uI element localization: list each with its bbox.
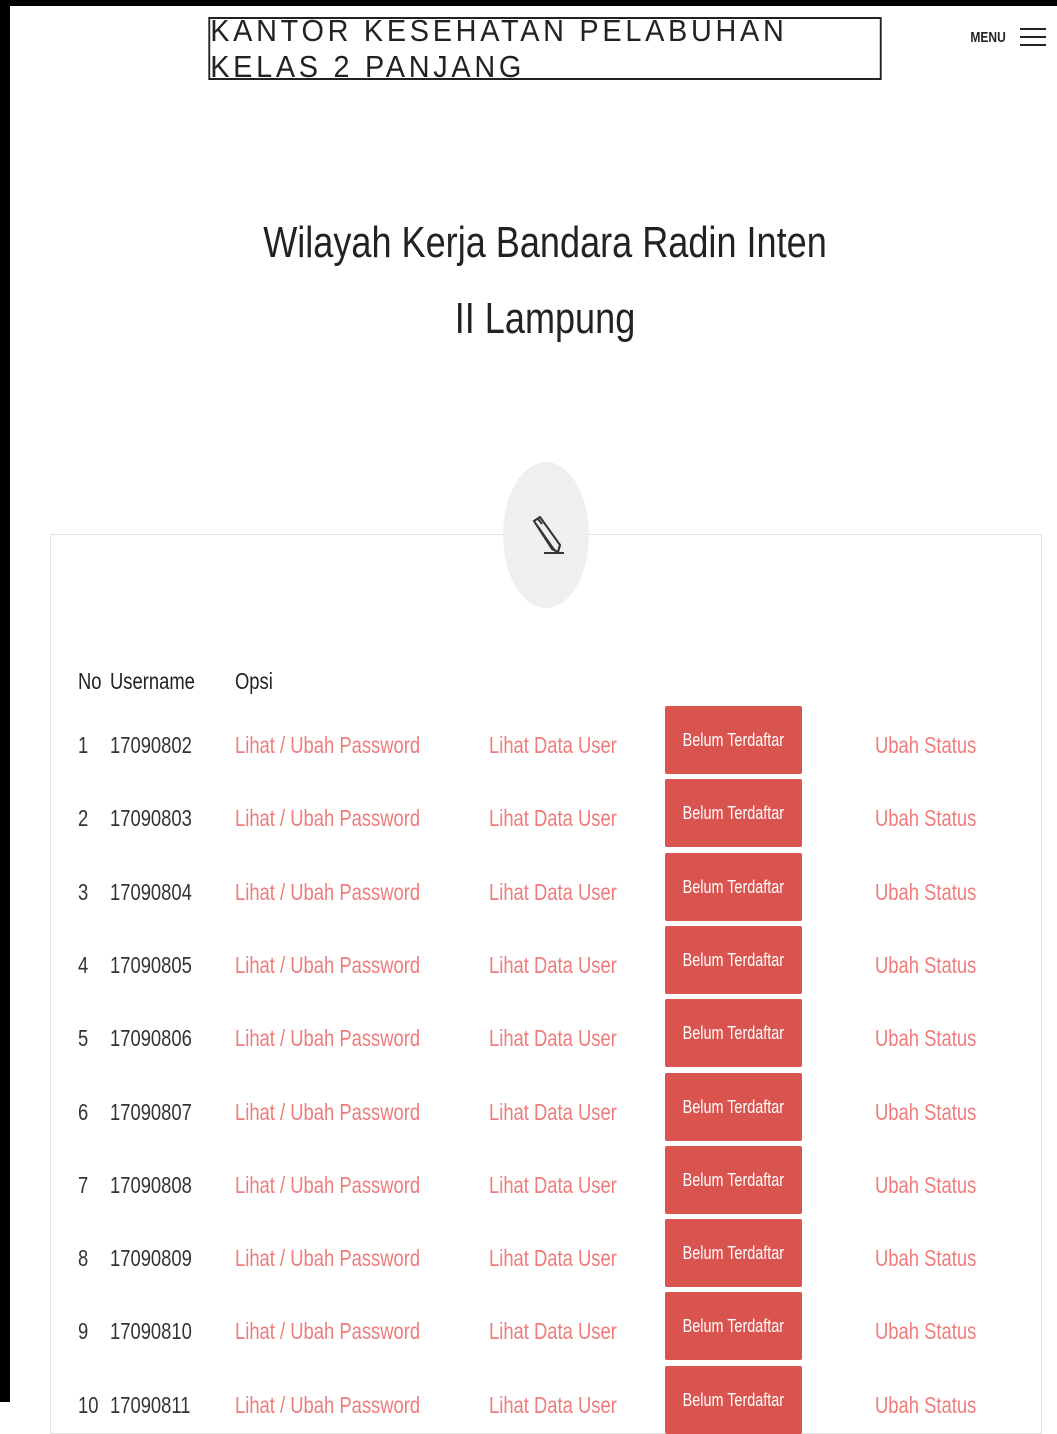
page-heading-line2: II Lampung (454, 294, 636, 343)
row-number: 4 (78, 952, 89, 978)
registration-status-button[interactable]: Belum Terdaftar (665, 999, 802, 1067)
registration-status-button[interactable]: Belum Terdaftar (665, 926, 802, 994)
view-user-data-link[interactable]: Lihat Data User (489, 1023, 617, 1053)
registration-status-button[interactable]: Belum Terdaftar (665, 1366, 802, 1434)
page-heading: Wilayah Kerja Bandara Radin Inten II Lam… (262, 205, 828, 357)
view-user-data-link[interactable]: Lihat Data User (489, 1316, 617, 1346)
view-change-password-link[interactable]: Lihat / Ubah Password (235, 1390, 420, 1420)
row-number: 2 (78, 805, 89, 831)
view-change-password-link[interactable]: Lihat / Ubah Password (235, 1023, 420, 1053)
view-change-password-link[interactable]: Lihat / Ubah Password (235, 803, 420, 833)
user-list-panel (50, 534, 1042, 1434)
view-change-password-link[interactable]: Lihat / Ubah Password (235, 877, 420, 907)
registration-status-button[interactable]: Belum Terdaftar (665, 779, 802, 847)
column-header-username: Username (110, 668, 195, 694)
registration-status-label: Belum Terdaftar (682, 1242, 785, 1263)
registration-status-button[interactable]: Belum Terdaftar (665, 1292, 802, 1360)
registration-status-button[interactable]: Belum Terdaftar (665, 1146, 802, 1214)
view-change-password-link[interactable]: Lihat / Ubah Password (235, 950, 420, 980)
row-number: 3 (78, 879, 89, 905)
change-status-link[interactable]: Ubah Status (875, 950, 976, 980)
registration-status-label: Belum Terdaftar (682, 949, 785, 970)
view-change-password-link[interactable]: Lihat / Ubah Password (235, 1097, 420, 1127)
row-username: 17090805 (110, 952, 192, 978)
row-username: 17090808 (110, 1172, 192, 1198)
registration-status-button[interactable]: Belum Terdaftar (665, 853, 802, 921)
view-change-password-link[interactable]: Lihat / Ubah Password (235, 1170, 420, 1200)
row-username: 17090802 (110, 732, 192, 758)
view-user-data-link[interactable]: Lihat Data User (489, 1097, 617, 1127)
column-header-no: No (78, 668, 102, 694)
row-number: 10 (78, 1392, 99, 1418)
registration-status-label: Belum Terdaftar (682, 876, 785, 897)
row-number: 6 (78, 1099, 89, 1125)
row-number: 9 (78, 1318, 89, 1344)
row-username: 17090806 (110, 1025, 192, 1051)
view-change-password-link[interactable]: Lihat / Ubah Password (235, 1243, 420, 1273)
view-user-data-link[interactable]: Lihat Data User (489, 1243, 617, 1273)
change-status-link[interactable]: Ubah Status (875, 1023, 976, 1053)
registration-status-label: Belum Terdaftar (682, 1022, 785, 1043)
change-status-link[interactable]: Ubah Status (875, 877, 976, 907)
menu-label: MENU (970, 28, 1006, 46)
row-number: 1 (78, 732, 89, 758)
change-status-link[interactable]: Ubah Status (875, 803, 976, 833)
view-user-data-link[interactable]: Lihat Data User (489, 803, 617, 833)
view-user-data-link[interactable]: Lihat Data User (489, 950, 617, 980)
row-username: 17090811 (110, 1392, 191, 1418)
registration-status-label: Belum Terdaftar (682, 802, 785, 823)
change-status-link[interactable]: Ubah Status (875, 1390, 976, 1420)
row-username: 17090804 (110, 879, 192, 905)
registration-status-button[interactable]: Belum Terdaftar (665, 1073, 802, 1141)
registration-status-label: Belum Terdaftar (682, 1169, 785, 1190)
registration-status-label: Belum Terdaftar (682, 1096, 785, 1117)
view-user-data-link[interactable]: Lihat Data User (489, 877, 617, 907)
hamburger-icon (1020, 28, 1047, 46)
menu-button[interactable]: MENU (966, 28, 1047, 46)
view-user-data-link[interactable]: Lihat Data User (489, 1390, 617, 1420)
pencil-icon (532, 515, 564, 554)
row-number: 8 (78, 1245, 89, 1271)
registration-status-button[interactable]: Belum Terdaftar (665, 1219, 802, 1287)
row-username: 17090809 (110, 1245, 192, 1271)
page-heading-line1: Wilayah Kerja Bandara Radin Inten (263, 218, 827, 267)
row-number: 5 (78, 1025, 89, 1051)
row-username: 17090807 (110, 1099, 192, 1125)
registration-status-button[interactable]: Belum Terdaftar (665, 706, 802, 774)
view-user-data-link[interactable]: Lihat Data User (489, 1170, 617, 1200)
registration-status-label: Belum Terdaftar (682, 1315, 785, 1336)
view-change-password-link[interactable]: Lihat / Ubah Password (235, 730, 420, 760)
change-status-link[interactable]: Ubah Status (875, 730, 976, 760)
registration-status-label: Belum Terdaftar (682, 1389, 785, 1410)
column-header-opsi: Opsi (235, 668, 273, 694)
change-status-link[interactable]: Ubah Status (875, 1097, 976, 1127)
registration-status-label: Belum Terdaftar (682, 729, 785, 750)
change-status-link[interactable]: Ubah Status (875, 1170, 976, 1200)
row-username: 17090803 (110, 805, 192, 831)
site-title[interactable]: KANTOR KESEHATAN PELABUHAN KELAS 2 PANJA… (208, 13, 882, 84)
change-status-link[interactable]: Ubah Status (875, 1316, 976, 1346)
view-user-data-link[interactable]: Lihat Data User (489, 730, 617, 760)
pencil-badge (503, 462, 589, 608)
change-status-link[interactable]: Ubah Status (875, 1243, 976, 1273)
row-number: 7 (78, 1172, 89, 1198)
row-username: 17090810 (110, 1318, 192, 1344)
view-change-password-link[interactable]: Lihat / Ubah Password (235, 1316, 420, 1346)
